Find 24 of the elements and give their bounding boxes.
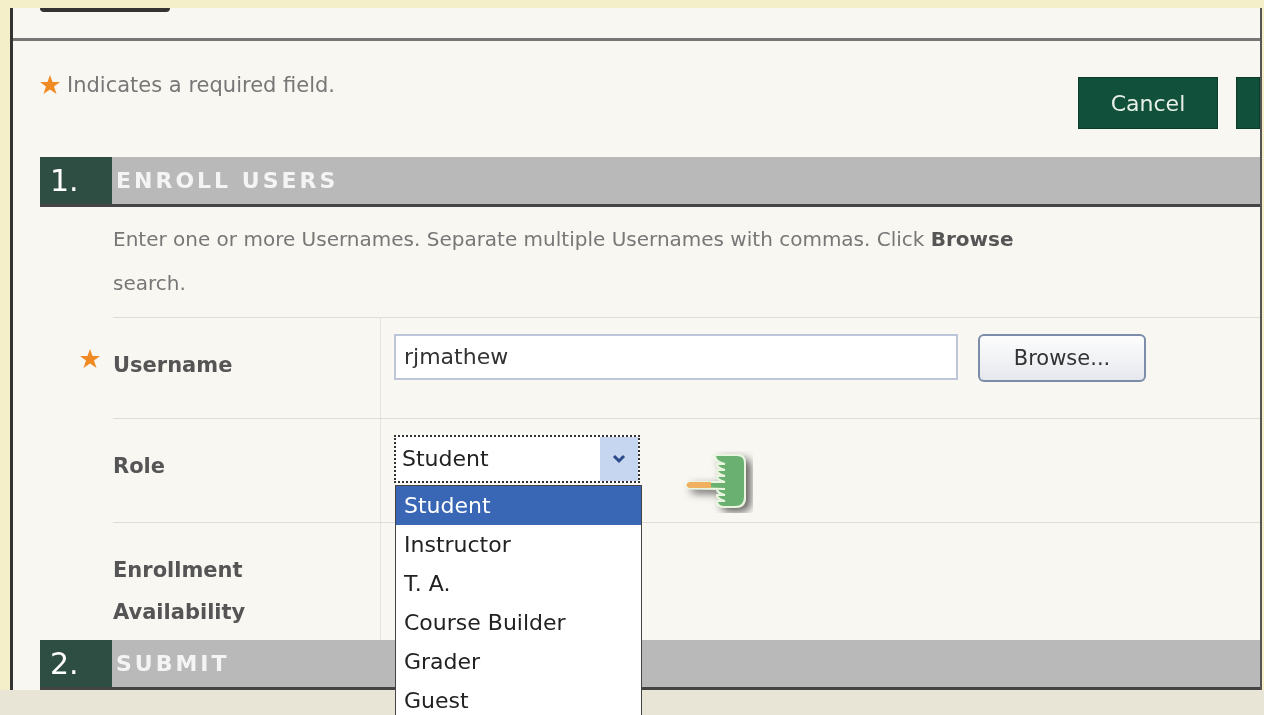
dropdown-option[interactable]: Course Builder: [396, 602, 641, 642]
field-label: Enrollment Availability: [113, 556, 247, 626]
dropdown-option[interactable]: Grader: [396, 641, 641, 681]
role-dropdown[interactable]: Student: [394, 434, 640, 483]
instruction-text: search.: [113, 269, 187, 297]
required-note: Indicates a required field.: [67, 73, 336, 98]
dropdown-option[interactable]: Guest: [396, 680, 641, 715]
dropdown-option[interactable]: T. A.: [396, 563, 641, 603]
dropdown-option[interactable]: Student: [396, 485, 641, 525]
field-label: Username: [113, 351, 234, 379]
section-title: SUBMIT: [115, 649, 230, 678]
required-icon: [79, 347, 101, 370]
cut-off-tab[interactable]: [40, 8, 170, 12]
cancel-button[interactable]: Cancel: [1078, 77, 1218, 130]
chevron-down-icon: [612, 453, 626, 464]
dropdown-option[interactable]: Instructor: [396, 524, 641, 564]
section-number: 1.: [40, 156, 112, 204]
browse-button[interactable]: Browse...: [978, 333, 1146, 382]
username-field[interactable]: rjmathew: [394, 333, 958, 380]
cut-off-button[interactable]: [1236, 77, 1260, 130]
instruction-text: Enter one or more Usernames. Separate multiple Usernames with commas. Click Browse: [113, 225, 1015, 253]
section-title: ENROLL USERS: [115, 166, 339, 195]
field-label: Role: [113, 452, 167, 480]
section-number: 2.: [40, 639, 112, 687]
